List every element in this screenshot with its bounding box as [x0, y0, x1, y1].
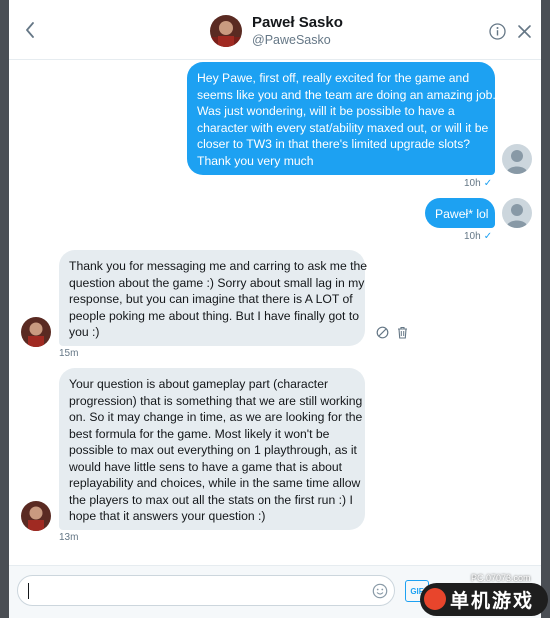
header-avatar[interactable]: [210, 15, 242, 47]
trash-icon: [398, 326, 407, 339]
text-caret: [28, 583, 29, 599]
header-display-name[interactable]: Paweł Sasko: [252, 14, 343, 31]
watermark-brand: 单机游戏: [450, 591, 535, 612]
info-icon: [489, 23, 506, 40]
watermark-url: PC.07073.com: [471, 573, 531, 583]
message-text-line: Hey Pawe, first off, really excited for …: [197, 71, 470, 85]
message-bubble-outgoing[interactable]: Hey Pawe, first off, really excited for …: [187, 62, 496, 175]
message-text-line: possible to max out everything on 1 play…: [69, 443, 357, 457]
message-text-line: character with every stat/ability maxed …: [197, 120, 489, 135]
my-avatar[interactable]: [502, 144, 532, 174]
message-text-line: the players to max out all the stats on …: [69, 492, 353, 507]
message-text-line: response, but you can imagine that there…: [69, 292, 353, 306]
message-text-line: Your question is about gameplay part (ch…: [69, 377, 329, 391]
close-icon: [518, 25, 531, 38]
header-username[interactable]: @PaweSasko: [252, 33, 331, 47]
message-text-line: replayability and choices, while in the …: [69, 476, 361, 490]
message-text-line: people poking me about thing. But I have…: [69, 308, 359, 323]
message-bubble-outgoing[interactable]: Paweł* lol: [425, 198, 495, 228]
sender-avatar[interactable]: [21, 317, 51, 347]
message-text-line: best formula for the game. Most likely i…: [69, 426, 330, 441]
message-input[interactable]: [17, 575, 395, 606]
backdrop-left: [0, 0, 9, 618]
emoji-button[interactable]: [372, 583, 388, 599]
message-timestamp: 13m: [59, 532, 79, 543]
message-text-line: hope that it answers your question :): [69, 509, 266, 523]
message-bubble-incoming[interactable]: Your question is about gameplay part (ch…: [59, 368, 365, 530]
message-text-line: progression) that is something that we a…: [69, 393, 363, 408]
message-text-line: Was just wondering, will it be possible …: [197, 104, 455, 118]
message-text-line: closer to TW3 in that there's limited up…: [197, 137, 471, 151]
hide-message-button[interactable]: [376, 326, 389, 339]
sent-check-icon: ✓: [483, 231, 493, 242]
watermark-logo-icon: [424, 588, 446, 610]
sender-avatar[interactable]: [21, 501, 51, 531]
message-text-line: you :): [69, 325, 100, 339]
message-meta: 10h ✓: [464, 178, 492, 189]
message-meta: 10h ✓: [464, 231, 492, 242]
message-text-line: Thank you very much: [197, 153, 314, 168]
default-avatar-icon: [506, 204, 528, 228]
sent-check-icon: ✓: [483, 178, 493, 189]
message-text-line: Paweł* lol: [435, 207, 489, 221]
conversation-header: Paweł Sasko @PaweSasko: [9, 0, 541, 60]
message-timestamp: 15m: [59, 348, 79, 359]
message-text-line: question about the game :) Sorry about s…: [69, 275, 365, 290]
message-text-line: on. So it may change in time, as we are …: [69, 410, 363, 424]
message-timestamp: 10h: [464, 178, 481, 189]
message-list: Hey Pawe, first off, really excited for …: [9, 60, 541, 565]
delete-message-button[interactable]: [396, 326, 409, 339]
dm-conversation-dialog: Paweł Sasko @PaweSasko Hey Pawe, first o…: [9, 0, 541, 618]
back-button[interactable]: [19, 19, 41, 41]
message-timestamp: 10h: [464, 231, 481, 242]
message-bubble-incoming[interactable]: Thank you for messaging me and carring t…: [59, 250, 368, 346]
info-button[interactable]: [489, 23, 506, 40]
backdrop-right: [541, 0, 550, 618]
message-text-line: Thank you for messaging me and carring t…: [69, 259, 368, 273]
hide-icon: [376, 326, 389, 339]
my-avatar[interactable]: [502, 198, 532, 228]
close-button[interactable]: [517, 24, 532, 39]
message-text-line: would have little sens to have a game th…: [69, 459, 343, 474]
message-text-line: seems like you and the team are doing an…: [197, 87, 496, 102]
default-avatar-icon: [506, 150, 528, 174]
emoji-icon: [372, 583, 388, 599]
chevron-left-icon: [26, 22, 34, 38]
